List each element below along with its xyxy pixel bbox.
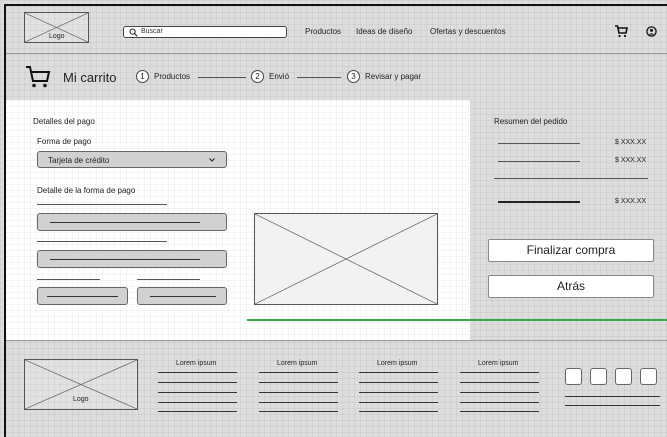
footer-column-title: Lorem ipsum xyxy=(377,360,418,367)
footer-line xyxy=(565,396,660,397)
card-field-expiry[interactable] xyxy=(37,287,128,305)
footer-column-title: Lorem ipsum xyxy=(478,360,519,367)
field-separator xyxy=(137,279,200,280)
step-connector xyxy=(297,77,341,78)
summary-total-amount: $ XXX.XX xyxy=(615,198,647,205)
step-2-label[interactable]: Envió xyxy=(269,72,289,81)
step-3-number: 3 xyxy=(347,70,360,83)
summary-title: Resumen del pedido xyxy=(494,117,568,126)
payment-method-value: Tarjeta de crédito xyxy=(48,156,110,165)
chevron-down-icon xyxy=(209,158,215,162)
summary-amount-2: $ XXX.XX xyxy=(615,157,647,164)
detail-underline xyxy=(37,204,167,205)
payment-section-title: Detalles del pago xyxy=(33,117,95,126)
back-button[interactable]: Atrás xyxy=(488,275,654,298)
step-3-label[interactable]: Revisar y pagar xyxy=(365,72,421,81)
finish-purchase-button[interactable]: Finalizar compra xyxy=(488,239,654,262)
payment-detail-label: Detalle de la forma de pago xyxy=(37,186,136,195)
footer-link-line[interactable] xyxy=(259,392,338,393)
field-separator xyxy=(37,241,167,242)
footer-link-line[interactable] xyxy=(359,402,438,403)
footer-column-title: Lorem ipsum xyxy=(277,360,318,367)
accent-divider-line xyxy=(247,319,667,321)
footer-link-line[interactable] xyxy=(259,372,338,373)
social-icon[interactable] xyxy=(590,368,607,385)
search-input[interactable]: Buscar xyxy=(123,26,287,38)
footer-link-line[interactable] xyxy=(460,392,539,393)
field-line xyxy=(47,296,118,297)
user-icon[interactable] xyxy=(646,26,657,37)
footer-link-line[interactable] xyxy=(259,402,338,403)
footer-line xyxy=(565,405,660,406)
step-1-number: 1 xyxy=(136,70,149,83)
nav-productos[interactable]: Productos xyxy=(305,27,341,36)
footer-divider xyxy=(6,340,667,341)
header-divider xyxy=(6,53,667,54)
step-connector xyxy=(198,77,246,78)
summary-amount-1: $ XXX.XX xyxy=(615,139,647,146)
header-logo[interactable]: Logo xyxy=(24,12,89,43)
image-placeholder-icon xyxy=(255,214,437,304)
step-2-number: 2 xyxy=(251,70,264,83)
footer-link-line[interactable] xyxy=(259,382,338,383)
summary-line xyxy=(498,143,580,144)
back-label: Atrás xyxy=(556,279,585,293)
social-icon[interactable] xyxy=(565,368,582,385)
summary-total-line xyxy=(498,201,580,203)
search-placeholder: Buscar xyxy=(141,28,163,35)
field-line xyxy=(50,259,200,260)
card-image-placeholder xyxy=(254,213,438,305)
field-separator xyxy=(37,279,100,280)
logo-label: Logo xyxy=(73,396,89,403)
logo-label: Logo xyxy=(49,33,65,40)
social-icon[interactable] xyxy=(615,368,632,385)
card-field-cvv[interactable] xyxy=(137,287,227,305)
nav-ideas-diseno[interactable]: Ideas de diseño xyxy=(356,27,413,36)
summary-line xyxy=(498,161,580,162)
field-line xyxy=(50,222,200,223)
footer-link-line[interactable] xyxy=(259,411,338,412)
footer-link-line[interactable] xyxy=(359,411,438,412)
step-1-label[interactable]: Productos xyxy=(154,72,190,81)
summary-divider xyxy=(494,178,648,179)
nav-ofertas[interactable]: Ofertas y descuentos xyxy=(430,27,506,36)
finish-purchase-label: Finalizar compra xyxy=(526,243,616,257)
cart-large-icon xyxy=(26,66,51,88)
footer-logo[interactable]: Logo xyxy=(24,359,138,410)
footer-link-line[interactable] xyxy=(359,372,438,373)
search-icon xyxy=(129,28,138,37)
social-icon[interactable] xyxy=(640,368,657,385)
footer-link-line[interactable] xyxy=(460,372,539,373)
footer-link-line[interactable] xyxy=(359,382,438,383)
footer-link-line[interactable] xyxy=(158,382,237,383)
card-field-1[interactable] xyxy=(37,213,227,231)
footer-link-line[interactable] xyxy=(158,402,237,403)
footer-link-line[interactable] xyxy=(460,402,539,403)
card-field-2[interactable] xyxy=(37,250,227,268)
footer-link-line[interactable] xyxy=(460,411,539,412)
cart-title: Mi carrito xyxy=(63,70,117,85)
footer-link-line[interactable] xyxy=(158,372,237,373)
field-line xyxy=(150,296,216,297)
footer-link-line[interactable] xyxy=(460,382,539,383)
payment-method-label: Forma de pago xyxy=(37,137,92,146)
footer-link-line[interactable] xyxy=(158,411,237,412)
footer-column-title: Lorem ipsum xyxy=(176,360,217,367)
payment-method-select[interactable]: Tarjeta de crédito xyxy=(37,151,227,168)
footer-link-line[interactable] xyxy=(158,392,237,393)
footer-link-line[interactable] xyxy=(359,392,438,393)
cart-icon[interactable] xyxy=(614,24,628,38)
